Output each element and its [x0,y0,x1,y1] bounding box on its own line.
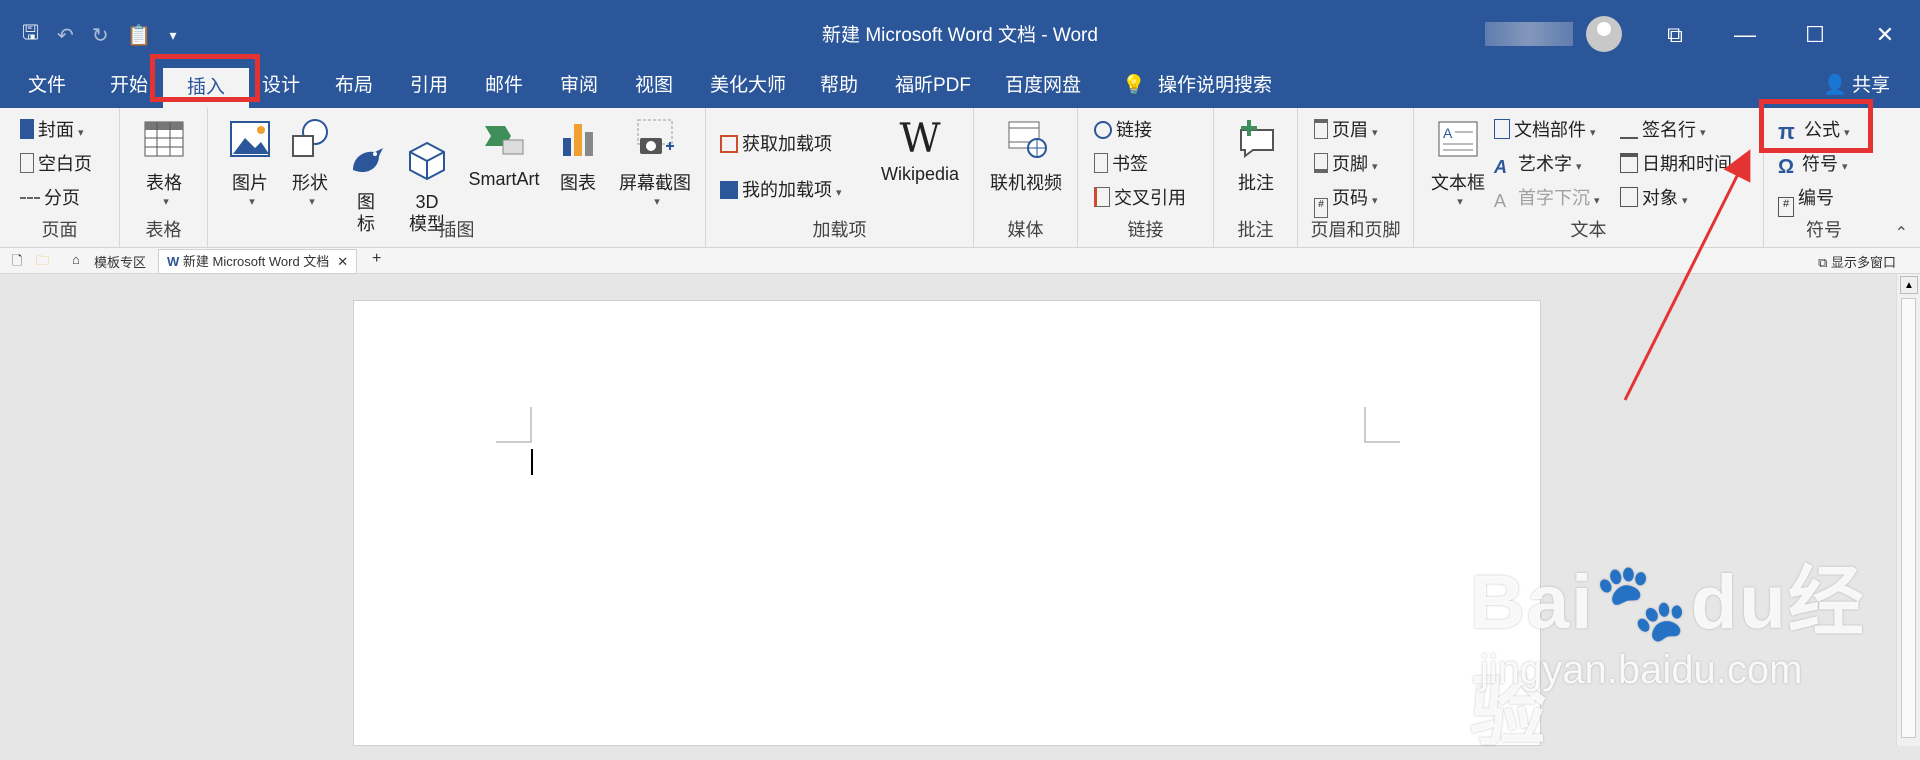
watermark-brand-du: du [1690,560,1788,645]
baidu-watermark: Bai🐾du经验 jingyan.baidu.com [1470,540,1920,760]
watermark-url: jingyan.baidu.com [1480,648,1803,692]
paw-icon: 🐾 [1594,560,1691,645]
watermark-brand: Bai [1470,560,1595,645]
